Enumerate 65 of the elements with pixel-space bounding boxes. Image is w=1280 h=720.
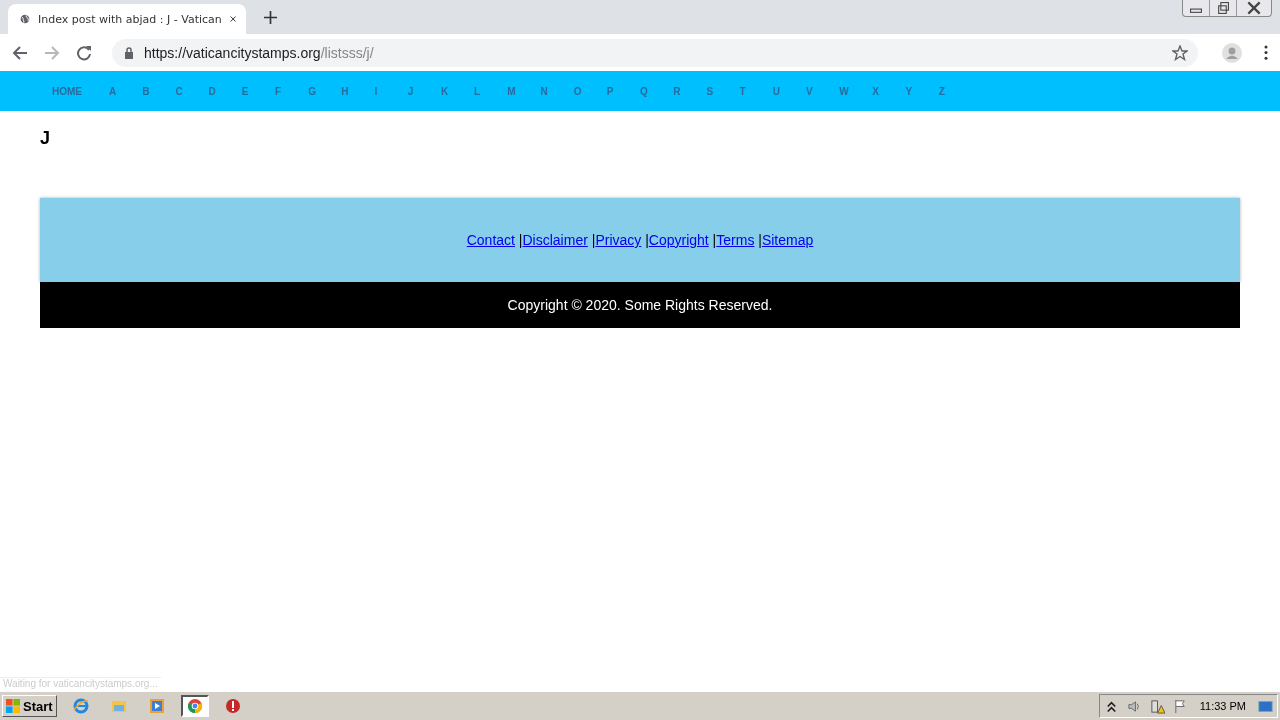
- show-desktop-icon[interactable]: [1258, 698, 1273, 714]
- separator: |: [711, 232, 717, 248]
- browser-e-icon: [72, 698, 89, 714]
- footer-link[interactable]: Contact: [466, 232, 515, 248]
- nav-link[interactable]: Z: [938, 85, 972, 97]
- nav-link[interactable]: Q: [640, 85, 674, 97]
- page-heading: J: [40, 128, 50, 149]
- separator: |: [644, 232, 649, 248]
- taskbar-app[interactable]: [180, 695, 209, 717]
- chrome-logo-icon: [186, 698, 203, 714]
- back-icon[interactable]: [12, 44, 28, 61]
- network-warning-icon[interactable]: [1149, 698, 1165, 714]
- play-icon: [148, 698, 165, 714]
- nav-link[interactable]: C: [175, 85, 209, 97]
- close-icon[interactable]: [229, 14, 236, 24]
- nav-link[interactable]: Y: [905, 85, 939, 97]
- stop-icon: [224, 698, 241, 714]
- menu-icon[interactable]: [1264, 45, 1268, 60]
- footer-link[interactable]: Sitemap: [761, 232, 814, 248]
- nav-link[interactable]: U: [772, 85, 806, 97]
- nav-link[interactable]: H: [341, 85, 375, 97]
- nav-link[interactable]: G: [308, 85, 342, 97]
- clock[interactable]: 11:33 PM: [1199, 700, 1246, 712]
- new-tab-icon[interactable]: [264, 11, 277, 24]
- footer-link[interactable]: Disclaimer: [522, 232, 588, 248]
- nav-link[interactable]: E: [241, 85, 275, 97]
- nav-link[interactable]: W: [839, 85, 873, 97]
- nav-link[interactable]: M: [507, 85, 541, 97]
- copyright-text: Copyright © 2020. Some Rights Reserved.: [507, 297, 773, 313]
- folder-icon: [110, 698, 127, 714]
- tab-title: Index post with abjad : J - Vatican: [37, 12, 222, 26]
- separator: |: [590, 232, 596, 248]
- windows-logo-icon: [6, 699, 20, 713]
- nav-link[interactable]: D: [208, 85, 242, 97]
- nav-link[interactable]: S: [706, 85, 740, 97]
- lock-icon: [124, 46, 134, 59]
- profile-icon[interactable]: [1222, 42, 1242, 63]
- nav-link[interactable]: I: [374, 85, 408, 97]
- nav-link[interactable]: A: [109, 85, 143, 97]
- nav-link[interactable]: T: [739, 85, 773, 97]
- nav-link[interactable]: K: [440, 85, 475, 97]
- nav-link[interactable]: V: [805, 85, 840, 97]
- nav-link[interactable]: B: [142, 85, 176, 97]
- star-icon[interactable]: [1172, 44, 1188, 61]
- nav-link[interactable]: L: [474, 85, 508, 97]
- nav-link[interactable]: HOME: [52, 85, 109, 97]
- reload-icon[interactable]: [76, 44, 92, 61]
- nav-link[interactable]: X: [872, 85, 906, 97]
- separator: |: [517, 232, 523, 248]
- nav-link[interactable]: N: [540, 85, 574, 97]
- start-button[interactable]: Start: [2, 695, 57, 717]
- nav-link[interactable]: P: [606, 85, 640, 97]
- footer-link[interactable]: Terms: [716, 232, 755, 248]
- address-bar[interactable]: https://vaticancitystamps.org/listsss/j/: [112, 38, 1198, 67]
- nav-link[interactable]: R: [673, 85, 707, 97]
- flag-icon[interactable]: [1172, 698, 1188, 714]
- window-controls[interactable]: [1182, 0, 1272, 17]
- footer-link[interactable]: Privacy: [595, 232, 642, 248]
- speaker-icon[interactable]: [1126, 698, 1142, 714]
- nav-link[interactable]: O: [573, 85, 607, 97]
- browser-tab[interactable]: Index post with abjad : J - Vatican: [8, 4, 246, 34]
- url-text: https://vaticancitystamps.org/listsss/j/: [144, 44, 374, 61]
- nav-link[interactable]: J: [407, 85, 441, 97]
- separator: |: [757, 232, 762, 248]
- nav-link[interactable]: F: [274, 85, 309, 97]
